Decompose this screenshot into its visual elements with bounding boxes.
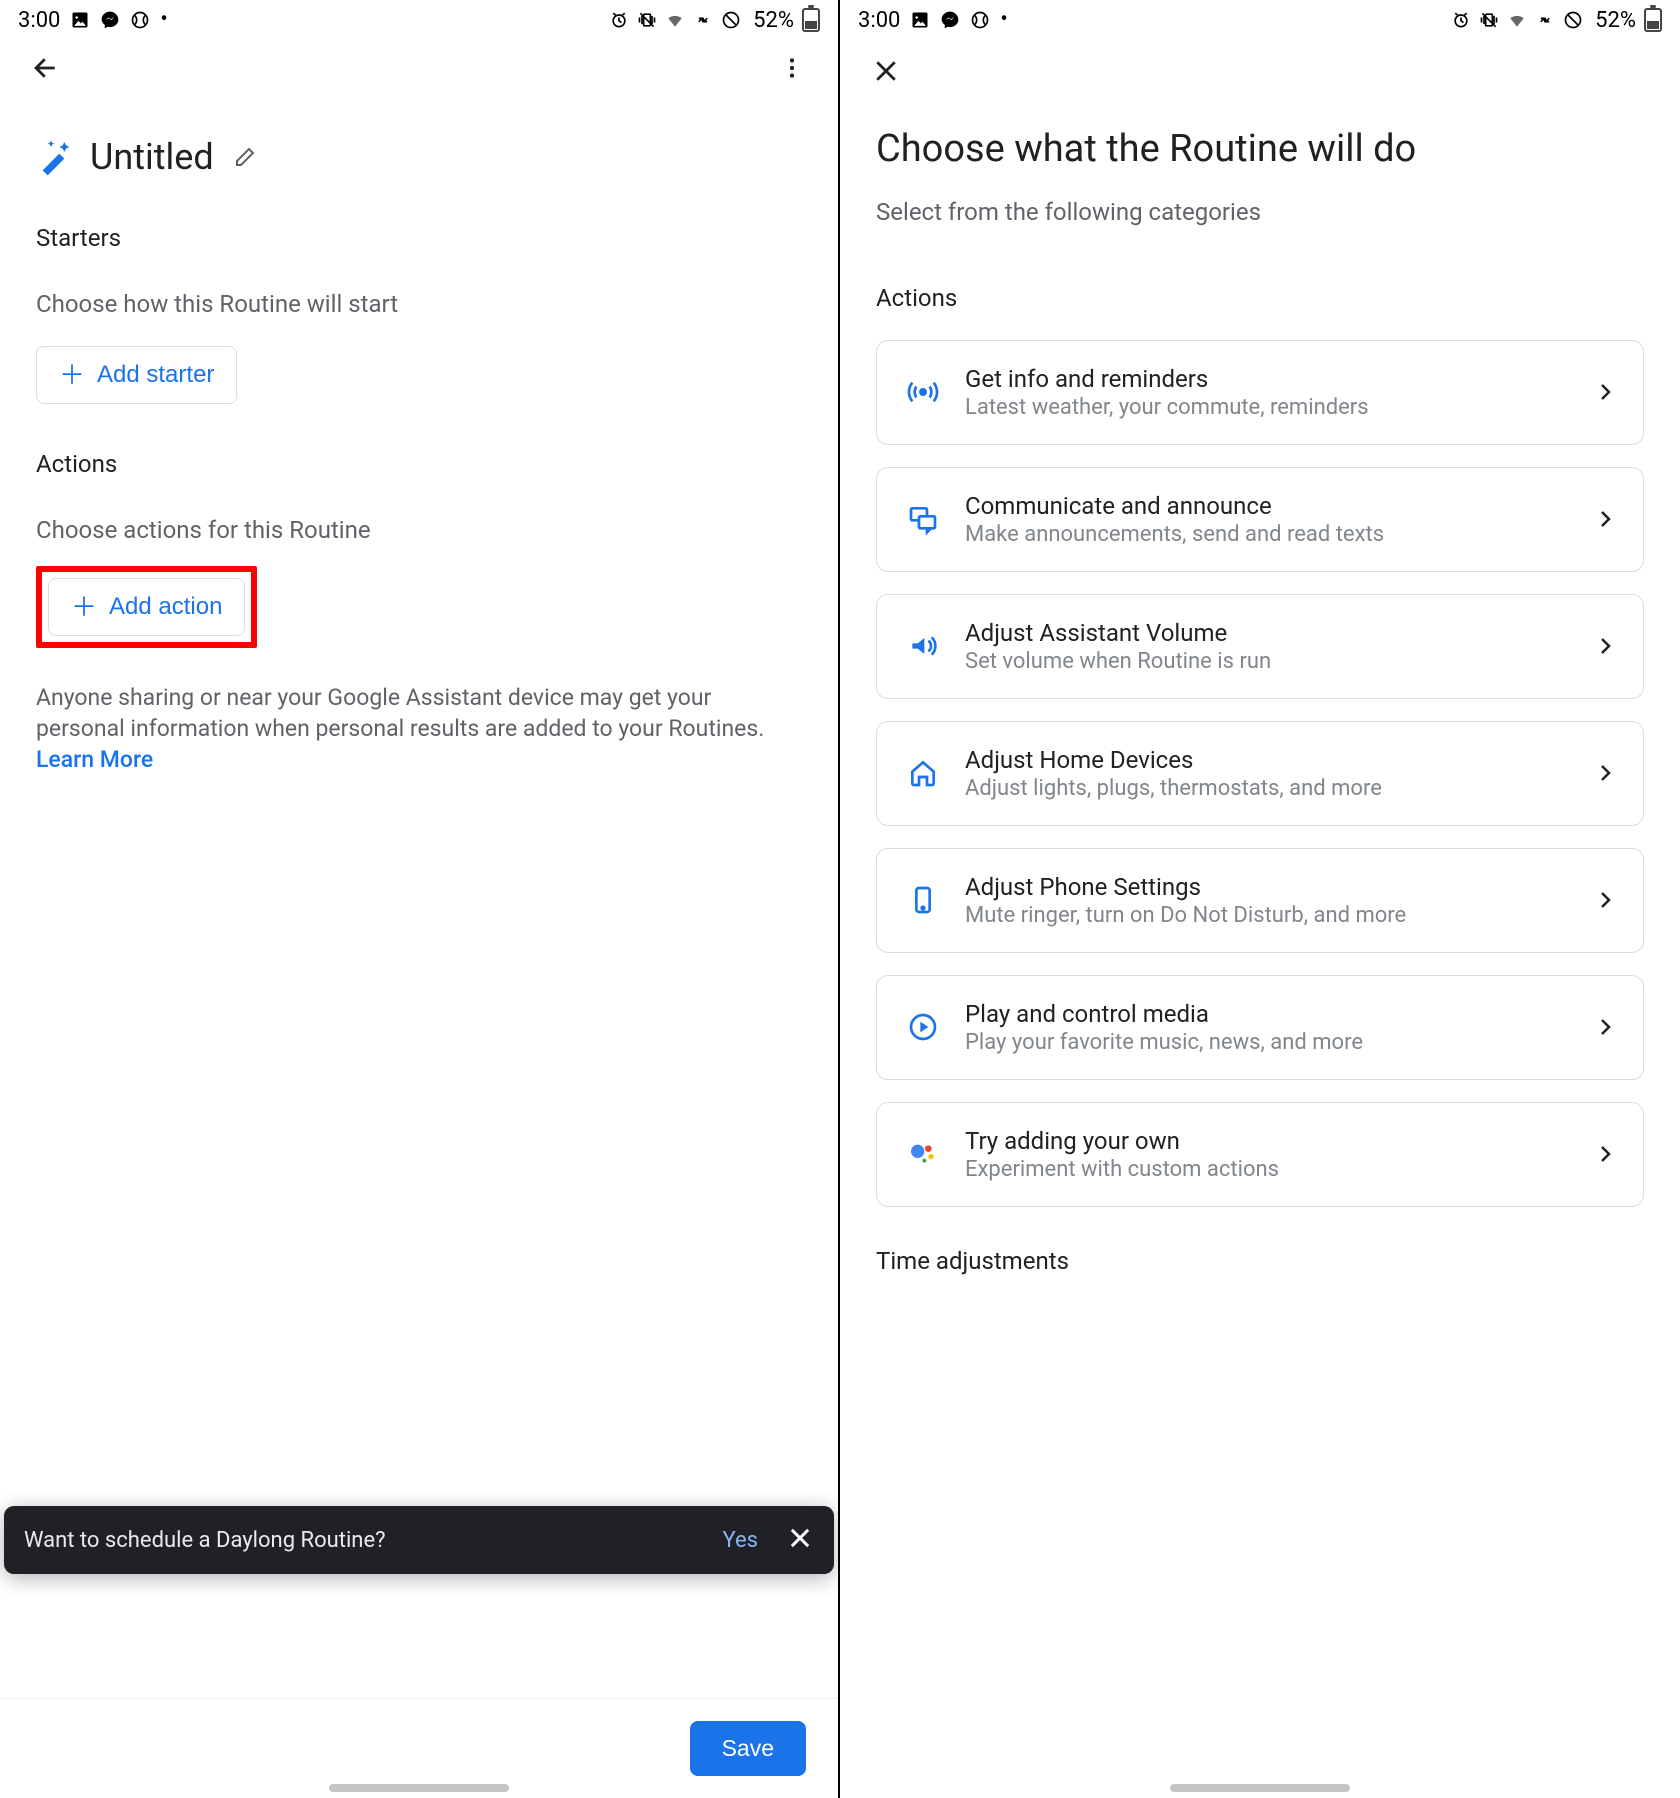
save-button[interactable]: Save [690, 1721, 806, 1776]
highlight-add-action: ＋ Add action [36, 566, 257, 648]
battery-icon [802, 8, 820, 32]
privacy-disclosure: Anyone sharing or near your Google Assis… [36, 682, 802, 775]
plus-icon: ＋ [71, 594, 97, 620]
close-button[interactable] [866, 51, 906, 91]
home-icon [903, 753, 943, 793]
chat-icon [903, 499, 943, 539]
time-adjustments-heading: Time adjustments [876, 1247, 1644, 1275]
status-bar: 3:00 • 52% [840, 0, 1680, 40]
status-time: 3:00 [18, 8, 60, 33]
snackbar-yes-button[interactable]: Yes [722, 1528, 758, 1553]
chevron-right-icon [1593, 1142, 1617, 1166]
chevron-right-icon [1593, 1015, 1617, 1039]
card-title: Adjust Home Devices [965, 746, 1571, 774]
action-card-info-reminders[interactable]: Get info and reminders Latest weather, y… [876, 340, 1644, 445]
data-icon [693, 10, 713, 30]
back-button[interactable] [26, 48, 66, 88]
snackbar-message: Want to schedule a Daylong Routine? [24, 1528, 386, 1553]
alarm-icon [1451, 10, 1471, 30]
play-icon [903, 1007, 943, 1047]
data-icon [1535, 10, 1555, 30]
add-starter-button[interactable]: ＋ Add starter [36, 346, 237, 404]
battery-icon [1644, 8, 1662, 32]
add-action-label: Add action [109, 593, 222, 621]
photos-icon [70, 10, 90, 30]
messenger-icon [100, 10, 120, 30]
chevron-right-icon [1593, 380, 1617, 404]
add-starter-label: Add starter [97, 361, 214, 389]
wand-icon [36, 137, 76, 177]
action-card-play-media[interactable]: Play and control media Play your favorit… [876, 975, 1644, 1080]
card-sub: Latest weather, your commute, reminders [965, 395, 1571, 420]
status-bar: 3:00 • 52% [0, 0, 838, 40]
action-card-phone-settings[interactable]: Adjust Phone Settings Mute ringer, turn … [876, 848, 1644, 953]
status-more-dot: • [1000, 9, 1007, 31]
card-title: Get info and reminders [965, 365, 1571, 393]
action-card-volume[interactable]: Adjust Assistant Volume Set volume when … [876, 594, 1644, 699]
status-more-dot: • [160, 9, 167, 31]
chevron-right-icon [1593, 888, 1617, 912]
action-card-communicate[interactable]: Communicate and announce Make announceme… [876, 467, 1644, 572]
battery-percent: 52% [1595, 8, 1636, 33]
card-title: Play and control media [965, 1000, 1571, 1028]
chevron-right-icon [1593, 634, 1617, 658]
learn-more-link[interactable]: Learn More [36, 746, 153, 773]
starters-heading: Starters [36, 224, 802, 252]
ball-icon [970, 10, 990, 30]
card-sub: Make announcements, send and read texts [965, 522, 1571, 547]
wifi-icon [1507, 10, 1527, 30]
volume-icon [903, 626, 943, 666]
alarm-icon [609, 10, 629, 30]
messenger-icon [940, 10, 960, 30]
card-sub: Experiment with custom actions [965, 1157, 1571, 1182]
snackbar-close-button[interactable] [786, 1524, 814, 1556]
overflow-menu-button[interactable] [772, 48, 812, 88]
photos-icon [910, 10, 930, 30]
edit-title-button[interactable] [232, 144, 258, 170]
snackbar: Want to schedule a Daylong Routine? Yes [4, 1506, 834, 1574]
appbar-right [840, 40, 1680, 96]
no-signal-icon [1563, 10, 1583, 30]
vibrate-icon [1479, 10, 1499, 30]
action-card-home-devices[interactable]: Adjust Home Devices Adjust lights, plugs… [876, 721, 1644, 826]
chevron-right-icon [1593, 507, 1617, 531]
status-time: 3:00 [858, 8, 900, 33]
gesture-bar [329, 1784, 509, 1792]
card-title: Communicate and announce [965, 492, 1571, 520]
add-action-button[interactable]: ＋ Add action [48, 578, 245, 636]
gesture-bar [1170, 1784, 1350, 1792]
broadcast-icon [903, 372, 943, 412]
wifi-icon [665, 10, 685, 30]
assistant-icon [903, 1134, 943, 1174]
actions-heading: Actions [876, 284, 1644, 312]
choose-subtitle: Select from the following categories [876, 198, 1644, 226]
actions-heading: Actions [36, 450, 802, 478]
routine-title: Untitled [90, 136, 214, 178]
chevron-right-icon [1593, 761, 1617, 785]
card-sub: Set volume when Routine is run [965, 649, 1571, 674]
no-signal-icon [721, 10, 741, 30]
card-title: Try adding your own [965, 1127, 1571, 1155]
appbar-left [0, 40, 838, 96]
vibrate-icon [637, 10, 657, 30]
action-card-custom[interactable]: Try adding your own Experiment with cust… [876, 1102, 1644, 1207]
battery-percent: 52% [753, 8, 794, 33]
phone-icon [903, 880, 943, 920]
card-title: Adjust Phone Settings [965, 873, 1571, 901]
plus-icon: ＋ [59, 362, 85, 388]
card-title: Adjust Assistant Volume [965, 619, 1571, 647]
card-sub: Mute ringer, turn on Do Not Disturb, and… [965, 903, 1571, 928]
card-sub: Adjust lights, plugs, thermostats, and m… [965, 776, 1571, 801]
starters-hint: Choose how this Routine will start [36, 290, 802, 318]
actions-hint: Choose actions for this Routine [36, 516, 802, 544]
card-sub: Play your favorite music, news, and more [965, 1030, 1571, 1055]
choose-title: Choose what the Routine will do [876, 126, 1644, 174]
ball-icon [130, 10, 150, 30]
